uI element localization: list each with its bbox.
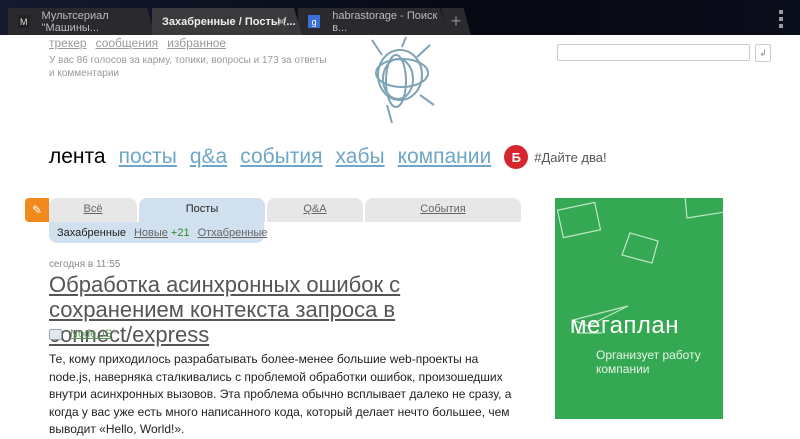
user-links: трекер сообщения избранное bbox=[49, 36, 235, 50]
sub-tabs: Захабренные Новые +21 Отхабренные bbox=[49, 222, 267, 243]
habr-logo-icon[interactable] bbox=[362, 35, 442, 125]
main-nav: лента посты q&a события хабы компании Б … bbox=[49, 145, 607, 169]
nav-hubs[interactable]: хабы bbox=[336, 145, 385, 169]
post-body: Те, кому приходилось разрабатывать более… bbox=[49, 352, 512, 436]
nav-qa[interactable]: q&a bbox=[190, 145, 227, 169]
subtab-new[interactable]: Новые bbox=[134, 227, 168, 239]
hub-profile-mark: * bbox=[112, 328, 117, 340]
ad-decoration-icons bbox=[556, 198, 723, 334]
subtab-unhabred[interactable]: Отхабренные bbox=[198, 227, 268, 239]
hub-icon bbox=[49, 328, 62, 340]
tracker-link[interactable]: трекер bbox=[49, 36, 87, 50]
messages-link[interactable]: сообщения bbox=[96, 36, 159, 50]
tab-all[interactable]: Всё bbox=[49, 198, 137, 222]
tab-title: habrastorage - Поиск в... bbox=[332, 9, 438, 34]
menu-icon[interactable] bbox=[779, 10, 784, 28]
megaplan-ad[interactable]: мегаплан Организует работу компании bbox=[555, 198, 723, 419]
hub-link[interactable]: Node.JS bbox=[70, 328, 112, 340]
browser-tab-bar: M Мультсериал "Машины... g habrastorage - … bbox=[0, 0, 800, 35]
promo-link[interactable]: #Дайте два! bbox=[534, 150, 606, 165]
tab-title: Мультсериал "Машины... bbox=[41, 9, 109, 34]
tab-favicon: g bbox=[308, 15, 320, 28]
nav-posts[interactable]: посты bbox=[119, 145, 177, 169]
search-button[interactable]: ↲ bbox=[755, 44, 771, 62]
new-count: +21 bbox=[170, 226, 190, 239]
ad-brand: мегаплан bbox=[570, 312, 680, 339]
tab-events[interactable]: События bbox=[365, 198, 521, 222]
search-input[interactable] bbox=[557, 44, 750, 61]
karma-info: У вас 86 голосов за карму, топики, вопро… bbox=[49, 55, 327, 79]
post-hubs: Node.JS * bbox=[49, 328, 116, 340]
tab-posts[interactable]: Посты bbox=[139, 198, 265, 222]
yandex-icon[interactable]: Б bbox=[504, 145, 529, 169]
nav-companies[interactable]: компании bbox=[398, 145, 492, 169]
pencil-icon[interactable]: ✎ bbox=[25, 198, 49, 222]
close-tab-icon[interactable]: ✕ bbox=[275, 13, 288, 31]
nav-feed[interactable]: лента bbox=[49, 145, 106, 169]
tab-favicon: M bbox=[18, 15, 30, 28]
post-date: сегодня в 11:55 bbox=[49, 259, 121, 270]
ad-tagline: Организует работу компании bbox=[596, 348, 701, 376]
subtab-habred[interactable]: Захабренные bbox=[57, 227, 126, 239]
nav-events[interactable]: события bbox=[240, 145, 322, 169]
post-title[interactable]: Обработка асинхронных ошибок с сохранени… bbox=[49, 272, 519, 347]
browser-tab[interactable]: M Мультсериал "Машины... bbox=[8, 8, 155, 35]
browser-tab[interactable]: g habrastorage - Поиск в... bbox=[298, 8, 448, 35]
tab-qa[interactable]: Q&A bbox=[267, 198, 363, 222]
favorites-link[interactable]: избранное bbox=[167, 36, 226, 50]
browser-tab-active[interactable]: Захабренные / Посты /... ✕ bbox=[152, 8, 302, 35]
